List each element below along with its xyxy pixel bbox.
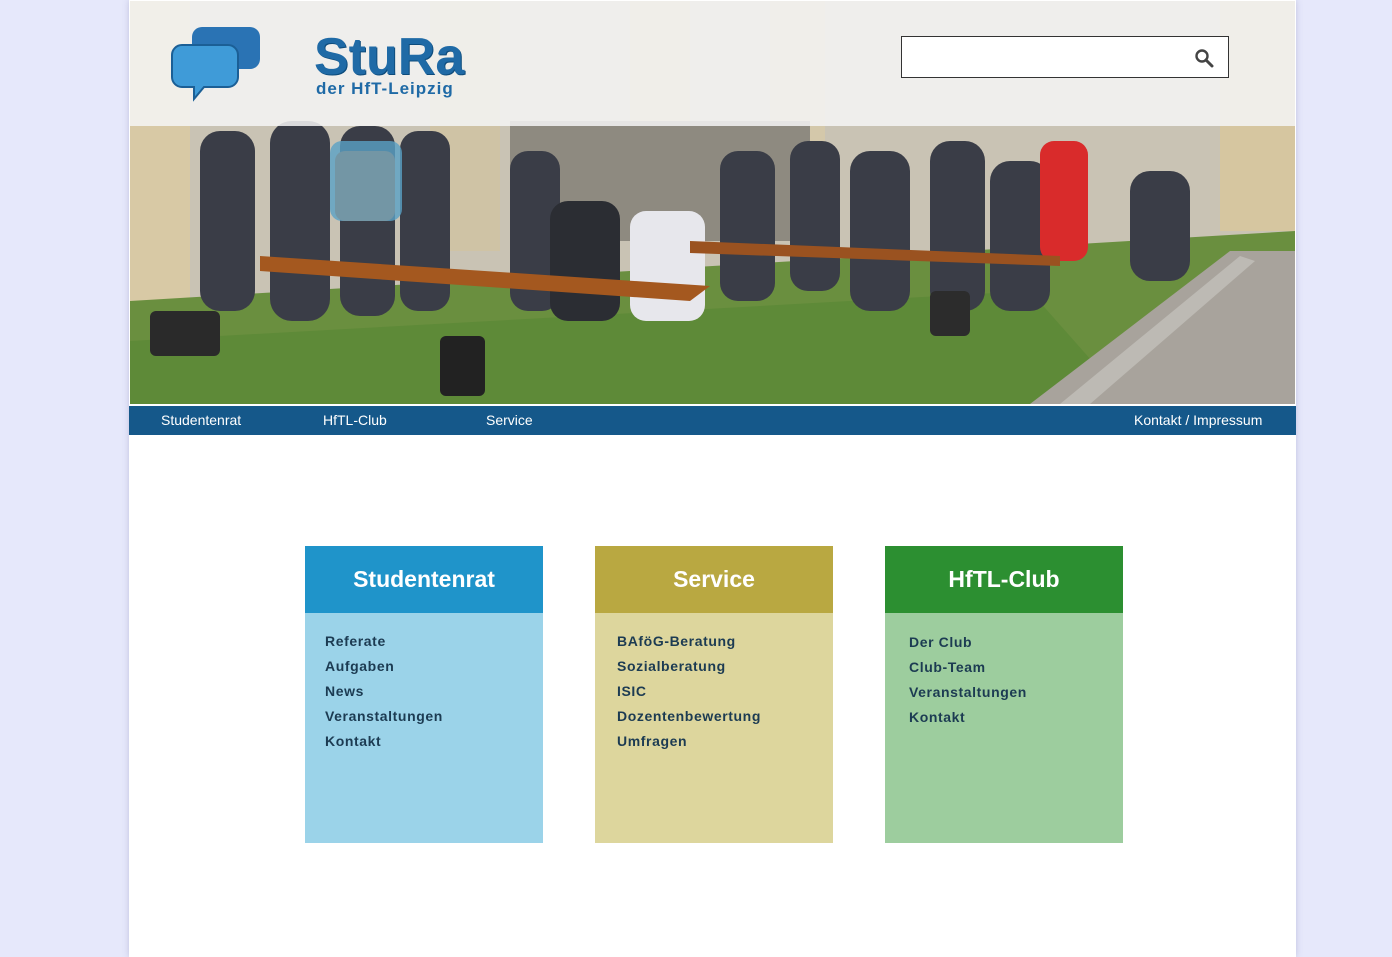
- search-box: [901, 36, 1229, 78]
- box-title[interactable]: Studentenrat: [305, 546, 543, 613]
- nav-item-studentenrat[interactable]: Studentenrat: [161, 412, 241, 428]
- box-links: BAföG-Beratung Sozialberatung ISIC Dozen…: [595, 613, 833, 843]
- studentenrat-box: Studentenrat Referate Aufgaben News Vera…: [305, 546, 543, 843]
- header-bar: StuRa der HfT-Leipzig: [130, 1, 1295, 126]
- link-dozentenbewertung[interactable]: Dozentenbewertung: [617, 704, 833, 729]
- logo-subtitle: der HfT-Leipzig: [316, 79, 454, 98]
- link-veranstaltungen[interactable]: Veranstaltungen: [325, 704, 543, 729]
- link-kontakt[interactable]: Kontakt: [325, 729, 543, 754]
- speech-bubbles-icon: [171, 27, 260, 102]
- link-referate[interactable]: Referate: [325, 629, 543, 654]
- link-veranstaltungen[interactable]: Veranstaltungen: [909, 680, 1123, 705]
- magnifier-icon[interactable]: [1194, 48, 1214, 68]
- logo-title: StuRa: [314, 28, 465, 86]
- link-der-club[interactable]: Der Club: [909, 630, 1123, 655]
- nav-item-kontakt-impressum[interactable]: Kontakt / Impressum: [1134, 412, 1262, 428]
- service-box: Service BAföG-Beratung Sozialberatung IS…: [595, 546, 833, 843]
- link-news[interactable]: News: [325, 679, 543, 704]
- main-navigation: Studentenrat HfTL-Club Service Kontakt /…: [129, 406, 1296, 435]
- hftl-club-box: HfTL-Club Der Club Club-Team Veranstaltu…: [885, 546, 1123, 843]
- link-kontakt[interactable]: Kontakt: [909, 705, 1123, 730]
- logo[interactable]: StuRa der HfT-Leipzig: [170, 23, 464, 103]
- link-bafoeg-beratung[interactable]: BAföG-Beratung: [617, 629, 833, 654]
- box-links: Referate Aufgaben News Veranstaltungen K…: [305, 613, 543, 843]
- hero-banner: StuRa der HfT-Leipzig: [130, 1, 1295, 404]
- box-title[interactable]: Service: [595, 546, 833, 613]
- link-sozialberatung[interactable]: Sozialberatung: [617, 654, 833, 679]
- box-title[interactable]: HfTL-Club: [885, 546, 1123, 613]
- link-club-team[interactable]: Club-Team: [909, 655, 1123, 680]
- link-isic[interactable]: ISIC: [617, 679, 833, 704]
- link-aufgaben[interactable]: Aufgaben: [325, 654, 543, 679]
- link-umfragen[interactable]: Umfragen: [617, 729, 833, 754]
- nav-item-service[interactable]: Service: [486, 412, 533, 428]
- search-input[interactable]: [908, 43, 1182, 73]
- nav-item-hftl-club[interactable]: HfTL-Club: [323, 412, 387, 428]
- page-container: StuRa der HfT-Leipzig Studentenrat HfTL-…: [129, 0, 1296, 957]
- box-links: Der Club Club-Team Veranstaltungen Konta…: [885, 613, 1123, 843]
